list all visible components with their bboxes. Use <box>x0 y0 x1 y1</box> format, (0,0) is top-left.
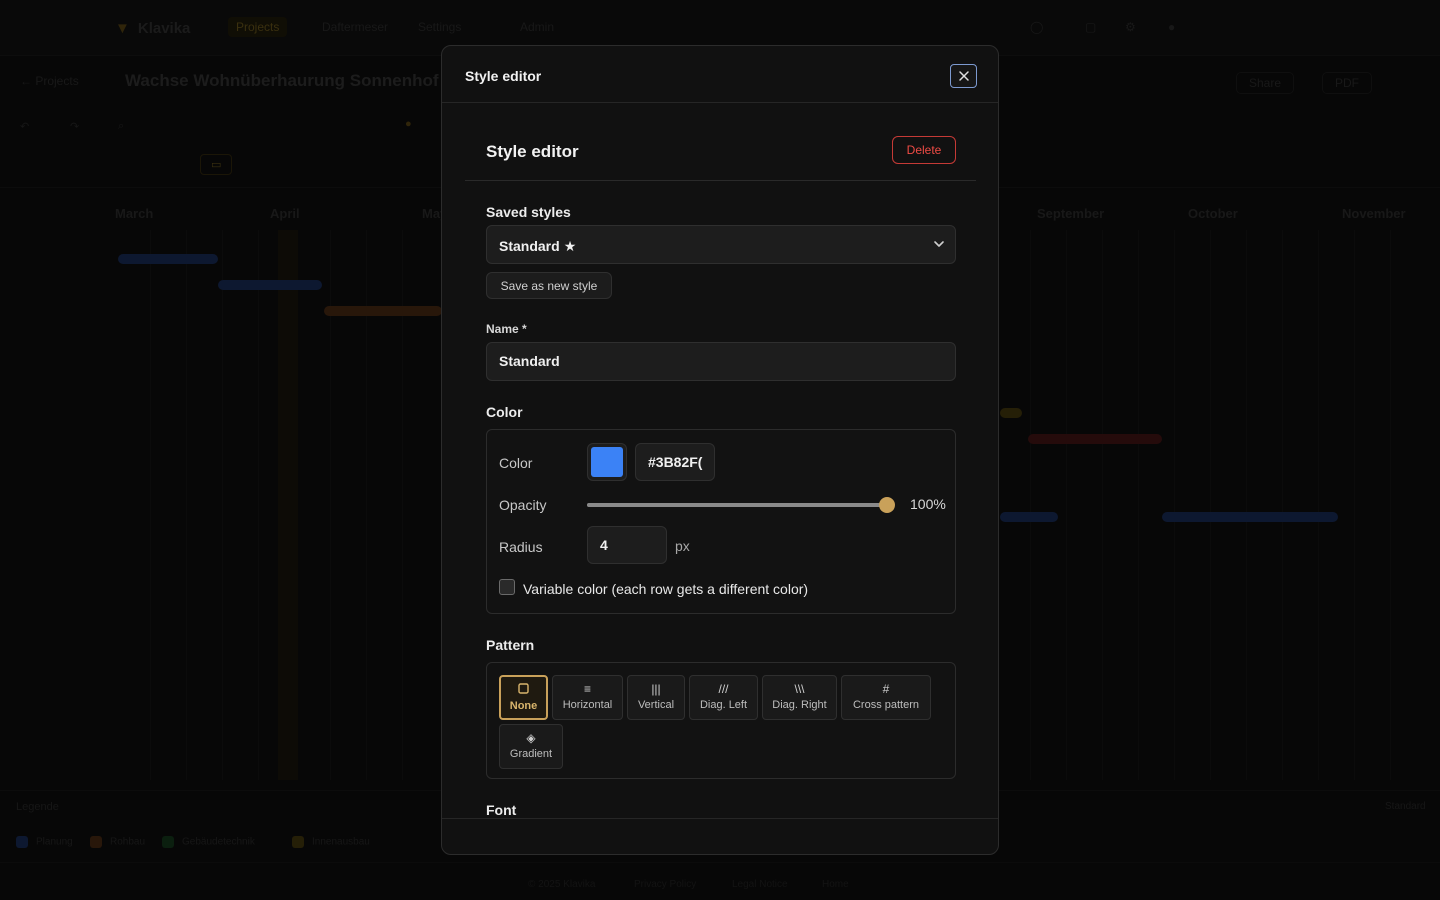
saved-styles-select[interactable]: Standard ★ <box>486 225 956 264</box>
pattern-horizontal-button[interactable]: ≡ Horizontal <box>552 675 623 720</box>
pattern-diag-left-button[interactable]: /// Diag. Left <box>689 675 758 720</box>
style-editor-dialog: Style editor Style editor Delete Saved s… <box>441 45 999 855</box>
pattern-none-button[interactable]: None <box>499 675 548 720</box>
hex-color-input[interactable]: #3B82F( <box>635 443 715 481</box>
star-icon: ★ <box>563 238 577 254</box>
color-swatch-fill <box>591 447 623 477</box>
section-header: Style editor Delete <box>465 104 976 181</box>
saved-style-value: Standard ★ <box>499 238 577 254</box>
pattern-cross-button[interactable]: # Cross pattern <box>841 675 931 720</box>
color-settings-group: Color #3B82F( Opacity 100% Radius 4 px V… <box>486 429 956 614</box>
diagonal-right-icon: \\\ <box>794 682 805 696</box>
name-input[interactable]: Standard <box>486 342 956 381</box>
radius-label: Radius <box>499 539 543 555</box>
chevron-down-icon <box>934 241 944 247</box>
pattern-label: Horizontal <box>562 699 613 711</box>
opacity-label: Opacity <box>499 497 547 513</box>
pattern-section-label: Pattern <box>486 637 535 653</box>
pattern-gradient-button[interactable]: ◈ Gradient <box>499 724 563 769</box>
color-picker[interactable] <box>587 443 627 481</box>
pattern-vertical-button[interactable]: ||| Vertical <box>627 675 685 720</box>
color-section-label: Color <box>486 404 523 420</box>
pattern-label: None <box>509 700 538 712</box>
variable-color-label[interactable]: Variable color (each row gets a differen… <box>523 581 808 597</box>
radius-unit: px <box>675 538 690 554</box>
save-as-new-style-button[interactable]: Save as new style <box>486 272 612 299</box>
horizontal-lines-icon: ≡ <box>583 682 591 696</box>
pattern-label: Vertical <box>637 699 675 711</box>
diamond-icon: ◈ <box>526 731 536 745</box>
x-icon <box>958 71 969 81</box>
pattern-label: Diag. Left <box>699 699 748 711</box>
opacity-value: 100% <box>910 496 946 512</box>
font-section-label: Font <box>486 802 517 818</box>
pattern-options-group: None ≡ Horizontal ||| Vertical /// Diag.… <box>486 662 956 779</box>
pattern-diag-right-button[interactable]: \\\ Diag. Right <box>762 675 837 720</box>
color-label: Color <box>499 455 533 471</box>
opacity-slider[interactable] <box>587 497 895 513</box>
dialog-header: Style editor <box>442 46 998 103</box>
name-label: Name * <box>486 322 527 336</box>
pattern-label: Gradient <box>509 748 553 760</box>
close-button[interactable] <box>950 64 977 88</box>
saved-styles-label: Saved styles <box>486 204 571 220</box>
square-icon <box>501 683 546 697</box>
pattern-label: Cross pattern <box>852 699 920 711</box>
section-title: Style editor <box>486 142 579 161</box>
delete-button[interactable]: Delete <box>892 136 956 164</box>
vertical-lines-icon: ||| <box>651 682 661 696</box>
pattern-label: Diag. Right <box>772 699 827 711</box>
variable-color-checkbox[interactable] <box>499 579 515 595</box>
hash-icon: # <box>882 682 890 696</box>
dialog-body[interactable]: Style editor Delete Saved styles Standar… <box>442 104 998 818</box>
dialog-footer <box>442 818 998 854</box>
dialog-title: Style editor <box>465 68 542 84</box>
opacity-slider-thumb[interactable] <box>879 497 895 513</box>
diagonal-left-icon: /// <box>718 682 729 696</box>
opacity-slider-fill <box>587 503 887 507</box>
radius-input[interactable]: 4 <box>587 526 667 564</box>
